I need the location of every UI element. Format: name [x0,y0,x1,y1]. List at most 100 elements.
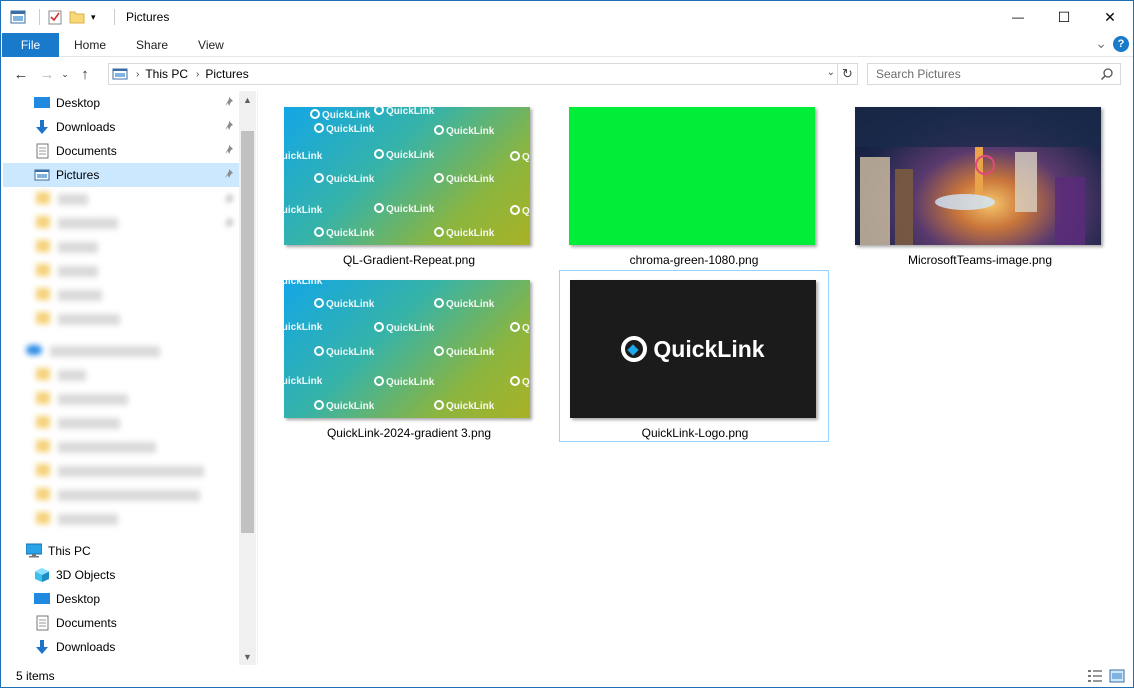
refresh-button[interactable]: ↻ [837,64,857,84]
nav-item-downloads[interactable]: Downloads [3,115,239,139]
nav-item-documents-pc[interactable]: Documents [3,611,239,635]
blurred-folder-item[interactable] [3,460,239,484]
up-button[interactable]: ↑ [74,63,96,85]
blurred-folder-item[interactable] [3,436,239,460]
file-explorer-window: ▾ Pictures — ☐ ✕ File Home Share View ⌄ … [0,0,1134,688]
customize-qat-icon[interactable]: ▾ [91,9,101,25]
expand-ribbon-icon[interactable]: ⌄ [1095,35,1107,52]
tab-view[interactable]: View [183,33,239,57]
maximize-button[interactable]: ☐ [1041,1,1087,33]
nav-item-documents[interactable]: Documents [3,139,239,163]
properties-icon[interactable] [47,9,63,25]
file-item[interactable]: chroma-green-1080.png [559,101,829,273]
blurred-folder-item[interactable] [3,188,239,212]
folder-icon [36,488,50,500]
help-icon[interactable]: ? [1113,35,1129,52]
details-view-icon[interactable] [1087,669,1103,683]
file-item[interactable]: QuickLink QuickLink QuickLink QuickLink … [274,101,544,273]
nav-item-desktop-pc[interactable]: Desktop [3,587,239,611]
nav-label: Downloads [56,120,116,134]
downloads-icon [36,120,48,134]
nav-label: Desktop [56,96,101,110]
pin-icon[interactable] [223,96,235,108]
file-name: QL-Gradient-Repeat.png [342,253,476,267]
thumbnail-city-photo [855,107,1101,245]
folder-icon [36,192,50,204]
nav-item-pictures[interactable]: Pictures [3,163,239,187]
documents-icon [36,615,49,631]
tab-share[interactable]: Share [121,33,183,57]
3d-objects-icon [35,568,49,582]
nav-scrollbar[interactable]: ▲ ▼ [239,91,256,665]
breadcrumb-separator-icon[interactable]: › [196,69,199,80]
nav-label: Documents [56,616,117,630]
new-folder-icon[interactable] [69,9,85,25]
status-bar: 5 items [1,665,1133,687]
breadcrumb-this-pc[interactable]: This PC [145,67,188,81]
item-count: 5 items [16,669,55,683]
blurred-folder-item[interactable] [3,508,239,532]
nav-item-desktop[interactable]: Desktop [3,91,239,115]
folder-icon [36,288,50,300]
scroll-thumb[interactable] [241,131,254,533]
blurred-folder-item[interactable] [3,212,239,236]
blurred-folder-item[interactable] [3,412,239,436]
nav-label: 3D Objects [56,568,116,582]
pin-icon[interactable] [223,217,235,229]
breadcrumb-separator-icon[interactable]: › [136,69,139,80]
scroll-up-icon[interactable]: ▲ [239,91,256,108]
address-bar[interactable]: › This PC › Pictures ⌄ ↻ [108,63,858,85]
blurred-folder-item[interactable] [3,388,239,412]
thumbnail-gradient: QuickLink QuickLink QuickLink QuickLink … [284,107,530,245]
close-icon: ✕ [1104,8,1116,25]
blurred-onedrive-item[interactable] [3,340,239,364]
close-button[interactable]: ✕ [1087,1,1133,33]
file-item[interactable]: QuickLink QuickLink QuickLink QuickLink … [274,274,544,446]
search-placeholder: Search Pictures [876,67,961,81]
blurred-folder-item[interactable] [3,284,239,308]
pin-icon[interactable] [223,193,235,205]
forward-arrow-icon: → [39,65,55,83]
search-input[interactable]: Search Pictures [867,63,1121,85]
folder-icon [36,464,50,476]
blurred-folder-item[interactable] [3,484,239,508]
file-item[interactable]: MicrosoftTeams-image.png [845,101,1115,273]
pin-icon[interactable] [223,144,235,156]
blurred-folder-item[interactable] [3,308,239,332]
tab-file[interactable]: File [2,32,59,57]
file-view: QuickLink QuickLink QuickLink QuickLink … [259,91,1133,665]
file-name: MicrosoftTeams-image.png [907,253,1053,267]
minimize-button[interactable]: — [995,1,1041,33]
folder-icon [36,416,50,428]
quick-access-toolbar: ▾ Pictures [10,1,169,33]
pin-icon[interactable] [223,120,235,132]
title-bar: ▾ Pictures — ☐ ✕ [1,1,1133,33]
folder-icon [36,216,50,228]
blurred-folder-item[interactable] [3,236,239,260]
recent-locations-button[interactable]: ⌄ [58,63,72,85]
folder-icon [36,392,50,404]
downloads-icon [36,640,48,654]
back-button[interactable]: ← [10,63,32,85]
search-icon[interactable] [1100,67,1114,81]
blurred-folder-item[interactable] [3,364,239,388]
tab-home[interactable]: Home [59,33,121,57]
address-dropdown-icon[interactable]: ⌄ [827,67,835,78]
large-icons-view-icon[interactable] [1109,669,1125,683]
scroll-down-icon[interactable]: ▼ [239,648,256,665]
documents-icon [36,143,49,159]
blurred-folder-item[interactable] [3,260,239,284]
quicklink-logo-icon [621,336,648,362]
nav-item-3d-objects[interactable]: 3D Objects [3,563,239,587]
folder-icon [36,368,50,380]
nav-item-downloads-pc[interactable]: Downloads [3,635,239,659]
file-name: QuickLink-Logo.png [641,426,749,440]
maximize-icon: ☐ [1057,8,1071,25]
nav-item-this-pc[interactable]: This PC [3,539,239,563]
pin-icon[interactable] [223,168,235,180]
nav-label: Desktop [56,592,101,606]
explorer-window-icon[interactable] [10,9,26,25]
breadcrumb-pictures[interactable]: Pictures [205,67,248,81]
forward-button[interactable]: → [36,63,58,85]
file-item-selected[interactable]: QuickLink QuickLink-Logo.png [559,270,829,442]
